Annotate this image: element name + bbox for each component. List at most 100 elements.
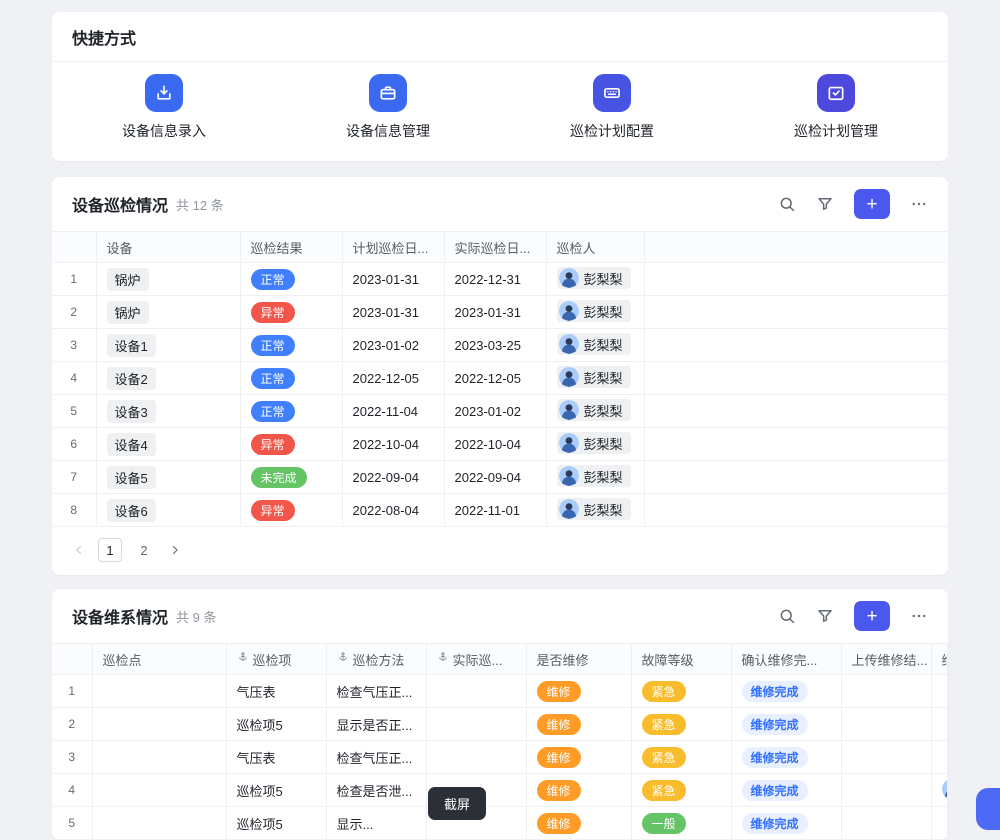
cell-actual-date[interactable]: 2023-01-31 xyxy=(444,296,546,329)
more-button[interactable] xyxy=(910,195,928,213)
cell-upload-result[interactable] xyxy=(841,807,931,840)
cell-inspector[interactable]: 彭梨梨 xyxy=(546,461,644,494)
cell-repair[interactable]: 维修 xyxy=(526,774,631,807)
cell-planned-date[interactable]: 2022-12-05 xyxy=(342,362,444,395)
cell-upload-result[interactable] xyxy=(841,675,931,708)
cell-inspection-point[interactable] xyxy=(92,774,226,807)
cell-inspection-item[interactable]: 气压表 xyxy=(226,741,326,774)
cell-inspection-method[interactable]: 检查是否泄... xyxy=(326,774,426,807)
cell-upload-result[interactable] xyxy=(841,774,931,807)
column-header[interactable]: 设备 xyxy=(96,232,240,263)
column-header[interactable]: 实际巡检日... xyxy=(444,232,546,263)
cell-repair[interactable]: 维修 xyxy=(526,807,631,840)
cell-actual[interactable] xyxy=(426,708,526,741)
cell-inspector[interactable]: 彭梨梨 xyxy=(546,296,644,329)
cell-inspection-point[interactable] xyxy=(92,708,226,741)
cell-planned-date[interactable]: 2022-11-04 xyxy=(342,395,444,428)
cell-confirm-repair[interactable]: 维修完成 xyxy=(731,807,841,840)
cell-inspection-method[interactable]: 检查气压正... xyxy=(326,675,426,708)
cell-planned-date[interactable]: 2022-09-04 xyxy=(342,461,444,494)
cell-actual-date[interactable]: 2022-09-04 xyxy=(444,461,546,494)
more-button[interactable] xyxy=(910,607,928,625)
filter-icon[interactable] xyxy=(816,195,834,213)
cell-inspection-item[interactable]: 巡检项5 xyxy=(226,774,326,807)
cell-inspection-method[interactable]: 检查气压正... xyxy=(326,741,426,774)
cell-device[interactable]: 设备6 xyxy=(96,494,240,527)
cell-inspector[interactable]: 彭梨梨 xyxy=(546,362,644,395)
add-record-button[interactable]: + xyxy=(854,601,890,631)
cell-inspector[interactable]: 彭梨梨 xyxy=(546,494,644,527)
cell-last[interactable] xyxy=(931,807,948,840)
cell-inspection-item[interactable]: 巡检项5 xyxy=(226,807,326,840)
cell-actual-date[interactable]: 2022-12-05 xyxy=(444,362,546,395)
shortcut-item-4[interactable]: 巡检计划管理 xyxy=(724,74,948,141)
cell-confirm-repair[interactable]: 维修完成 xyxy=(731,675,841,708)
cell-last[interactable] xyxy=(931,741,948,774)
cell-inspection-point[interactable] xyxy=(92,741,226,774)
floating-action-button[interactable] xyxy=(976,788,1000,830)
next-page-icon[interactable] xyxy=(168,543,182,557)
shortcut-item-2[interactable]: 设备信息管理 xyxy=(276,74,500,141)
cell-fault-level[interactable]: 紧急 xyxy=(631,774,731,807)
cell-device[interactable]: 设备2 xyxy=(96,362,240,395)
cell-inspector[interactable]: 彭梨梨 xyxy=(546,329,644,362)
search-icon[interactable] xyxy=(778,195,796,213)
cell-confirm-repair[interactable]: 维修完成 xyxy=(731,774,841,807)
cell-result[interactable]: 异常 xyxy=(240,296,342,329)
cell-inspection-item[interactable]: 巡检项5 xyxy=(226,708,326,741)
cell-last[interactable] xyxy=(931,774,948,807)
page-button-1[interactable]: 1 xyxy=(98,538,122,562)
cell-planned-date[interactable]: 2022-08-04 xyxy=(342,494,444,527)
cell-actual-date[interactable]: 2022-10-04 xyxy=(444,428,546,461)
cell-inspection-point[interactable] xyxy=(92,807,226,840)
cell-result[interactable]: 异常 xyxy=(240,428,342,461)
cell-fault-level[interactable]: 一般 xyxy=(631,807,731,840)
cell-upload-result[interactable] xyxy=(841,741,931,774)
cell-upload-result[interactable] xyxy=(841,708,931,741)
cell-planned-date[interactable]: 2023-01-02 xyxy=(342,329,444,362)
column-header[interactable]: 上传维修结... xyxy=(841,644,931,675)
column-header[interactable]: 确认维修完... xyxy=(731,644,841,675)
cell-device[interactable]: 设备1 xyxy=(96,329,240,362)
cell-planned-date[interactable]: 2022-10-04 xyxy=(342,428,444,461)
cell-actual[interactable] xyxy=(426,675,526,708)
cell-inspector[interactable]: 彭梨梨 xyxy=(546,395,644,428)
cell-actual-date[interactable]: 2023-03-25 xyxy=(444,329,546,362)
cell-inspector[interactable]: 彭梨梨 xyxy=(546,428,644,461)
cell-planned-date[interactable]: 2023-01-31 xyxy=(342,296,444,329)
filter-icon[interactable] xyxy=(816,607,834,625)
cell-actual-date[interactable]: 2022-12-31 xyxy=(444,263,546,296)
cell-repair[interactable]: 维修 xyxy=(526,708,631,741)
column-header[interactable]: 巡检方法 xyxy=(326,644,426,675)
column-header[interactable]: 巡检点 xyxy=(92,644,226,675)
cell-last[interactable] xyxy=(931,708,948,741)
cell-planned-date[interactable]: 2023-01-31 xyxy=(342,263,444,296)
page-button-2[interactable]: 2 xyxy=(132,538,156,562)
cell-result[interactable]: 异常 xyxy=(240,494,342,527)
cell-device[interactable]: 锅炉 xyxy=(96,263,240,296)
cell-result[interactable]: 正常 xyxy=(240,362,342,395)
cell-fault-level[interactable]: 紧急 xyxy=(631,741,731,774)
cell-confirm-repair[interactable]: 维修完成 xyxy=(731,741,841,774)
cell-actual-date[interactable]: 2022-11-01 xyxy=(444,494,546,527)
column-header[interactable]: 巡检结果 xyxy=(240,232,342,263)
column-header[interactable]: 是否维修 xyxy=(526,644,631,675)
cell-result[interactable]: 正常 xyxy=(240,329,342,362)
shortcut-item-3[interactable]: 巡检计划配置 xyxy=(500,74,724,141)
cell-inspector[interactable]: 彭梨梨 xyxy=(546,263,644,296)
cell-inspection-method[interactable]: 显示... xyxy=(326,807,426,840)
cell-result[interactable]: 正常 xyxy=(240,395,342,428)
cell-device[interactable]: 设备4 xyxy=(96,428,240,461)
column-header[interactable]: 计划巡检日... xyxy=(342,232,444,263)
prev-page-icon[interactable] xyxy=(72,543,86,557)
cell-device[interactable]: 设备3 xyxy=(96,395,240,428)
column-header[interactable]: 巡检人 xyxy=(546,232,644,263)
cell-confirm-repair[interactable]: 维修完成 xyxy=(731,708,841,741)
cell-device[interactable]: 锅炉 xyxy=(96,296,240,329)
cell-result[interactable]: 正常 xyxy=(240,263,342,296)
shortcut-item-1[interactable]: 设备信息录入 xyxy=(52,74,276,141)
cell-result[interactable]: 未完成 xyxy=(240,461,342,494)
cell-last[interactable] xyxy=(931,675,948,708)
column-header[interactable]: 巡检项 xyxy=(226,644,326,675)
cell-device[interactable]: 设备5 xyxy=(96,461,240,494)
